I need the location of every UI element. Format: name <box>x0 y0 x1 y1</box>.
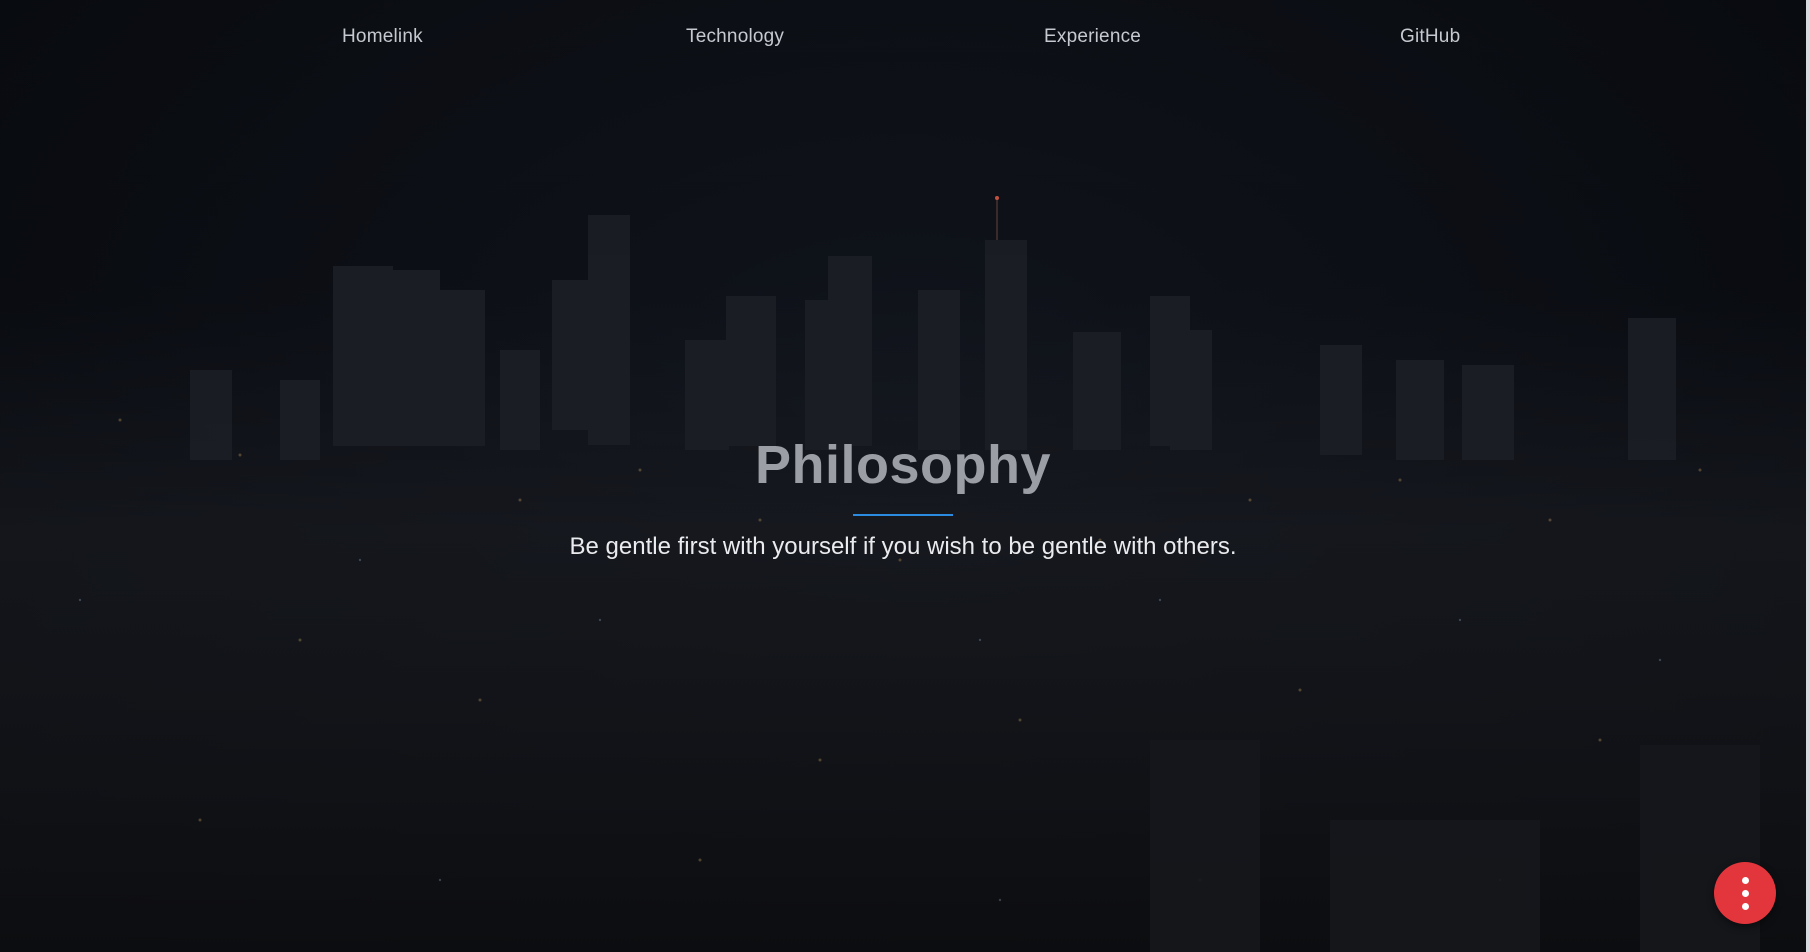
floating-menu-button[interactable] <box>1714 862 1776 924</box>
nav-link-homelink[interactable]: Homelink <box>342 26 423 48</box>
more-vertical-icon <box>1741 876 1749 884</box>
more-vertical-icon-dot <box>1741 889 1749 897</box>
title-underline <box>853 514 953 516</box>
top-navigation: Homelink Technology Experience GitHub <box>0 0 1806 74</box>
hero-content: Philosophy Be gentle first with yourself… <box>0 430 1806 564</box>
nav-link-github[interactable]: GitHub <box>1400 26 1460 48</box>
nav-link-experience[interactable]: Experience <box>1044 26 1141 48</box>
more-vertical-icon-dot <box>1741 902 1749 910</box>
scrollbar-thumb[interactable] <box>1806 0 1810 952</box>
page-title: Philosophy <box>754 435 1051 495</box>
philosophy-quote: Be gentle first with yourself if you wis… <box>569 533 1237 560</box>
nav-link-technology[interactable]: Technology <box>686 26 784 48</box>
scrollbar[interactable] <box>1806 0 1810 952</box>
page: Homelink Technology Experience GitHub Ph… <box>0 0 1810 952</box>
